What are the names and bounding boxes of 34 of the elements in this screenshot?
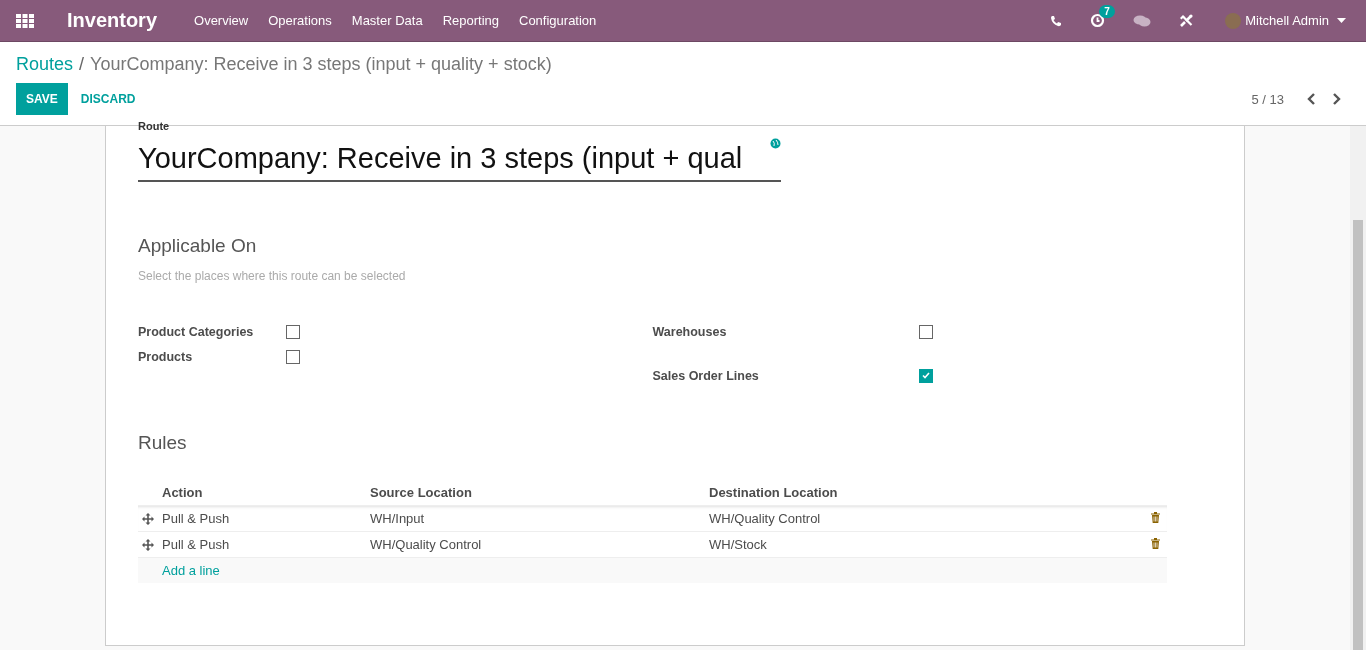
- table-cell-text: WH/Quality Control: [709, 511, 822, 526]
- table-cell-text: WH/Quality Control: [370, 537, 483, 552]
- discard-button[interactable]: DISCARD: [67, 83, 149, 115]
- nav-menu-item[interactable]: Configuration: [519, 13, 597, 28]
- breadcrumb-separator: /: [79, 54, 85, 75]
- nav-menu-item[interactable]: Master Data: [351, 13, 423, 28]
- column-header[interactable]: Destination Location: [709, 485, 1151, 500]
- section-help-text: Select the places where this route can be selected: [138, 269, 407, 283]
- column-header[interactable]: Action: [162, 485, 370, 500]
- section-title: Applicable On: [138, 235, 258, 257]
- breadcrumb-link[interactable]: Routes: [16, 54, 74, 75]
- activity-count-badge: 7: [1099, 5, 1115, 18]
- table-cell-text: WH/Input: [370, 511, 426, 526]
- nav-menu-item[interactable]: Operations: [268, 13, 332, 28]
- user-menu[interactable]: Mitchell Admin: [1245, 13, 1329, 28]
- checkbox-label: Product Categories: [138, 324, 255, 339]
- column-header[interactable]: Source Location: [370, 485, 709, 500]
- app-name[interactable]: Inventory: [67, 9, 158, 32]
- save-button[interactable]: SAVE: [16, 83, 68, 115]
- breadcrumb-current: YourCompany: Receive in 3 steps (input + quality + stock): [90, 54, 552, 75]
- route-name-field[interactable]: YourCompany: Receive in 3 steps (input + qual: [138, 134, 781, 182]
- pager-value: 5 / 13: [1251, 91, 1284, 107]
- add-line-link[interactable]: Add a line: [162, 563, 220, 578]
- table-cell-text: WH/Stock: [709, 537, 768, 552]
- checkbox-label: Sales Order Lines: [652, 368, 760, 383]
- field-label: Route: [138, 122, 171, 130]
- table-cell-text: Pull & Push: [162, 537, 231, 552]
- table-cell-text: Pull & Push: [162, 511, 231, 526]
- section-title: Rules: [138, 432, 188, 454]
- nav-menu-item[interactable]: Overview: [194, 13, 249, 28]
- checkbox-label: Warehouses: [652, 324, 728, 339]
- table-row[interactable]: Pull & Push WH/Input WH/Quality Control: [138, 505, 1167, 531]
- nav-menu-item[interactable]: Reporting: [442, 13, 499, 28]
- checkbox-label: Products: [138, 349, 194, 364]
